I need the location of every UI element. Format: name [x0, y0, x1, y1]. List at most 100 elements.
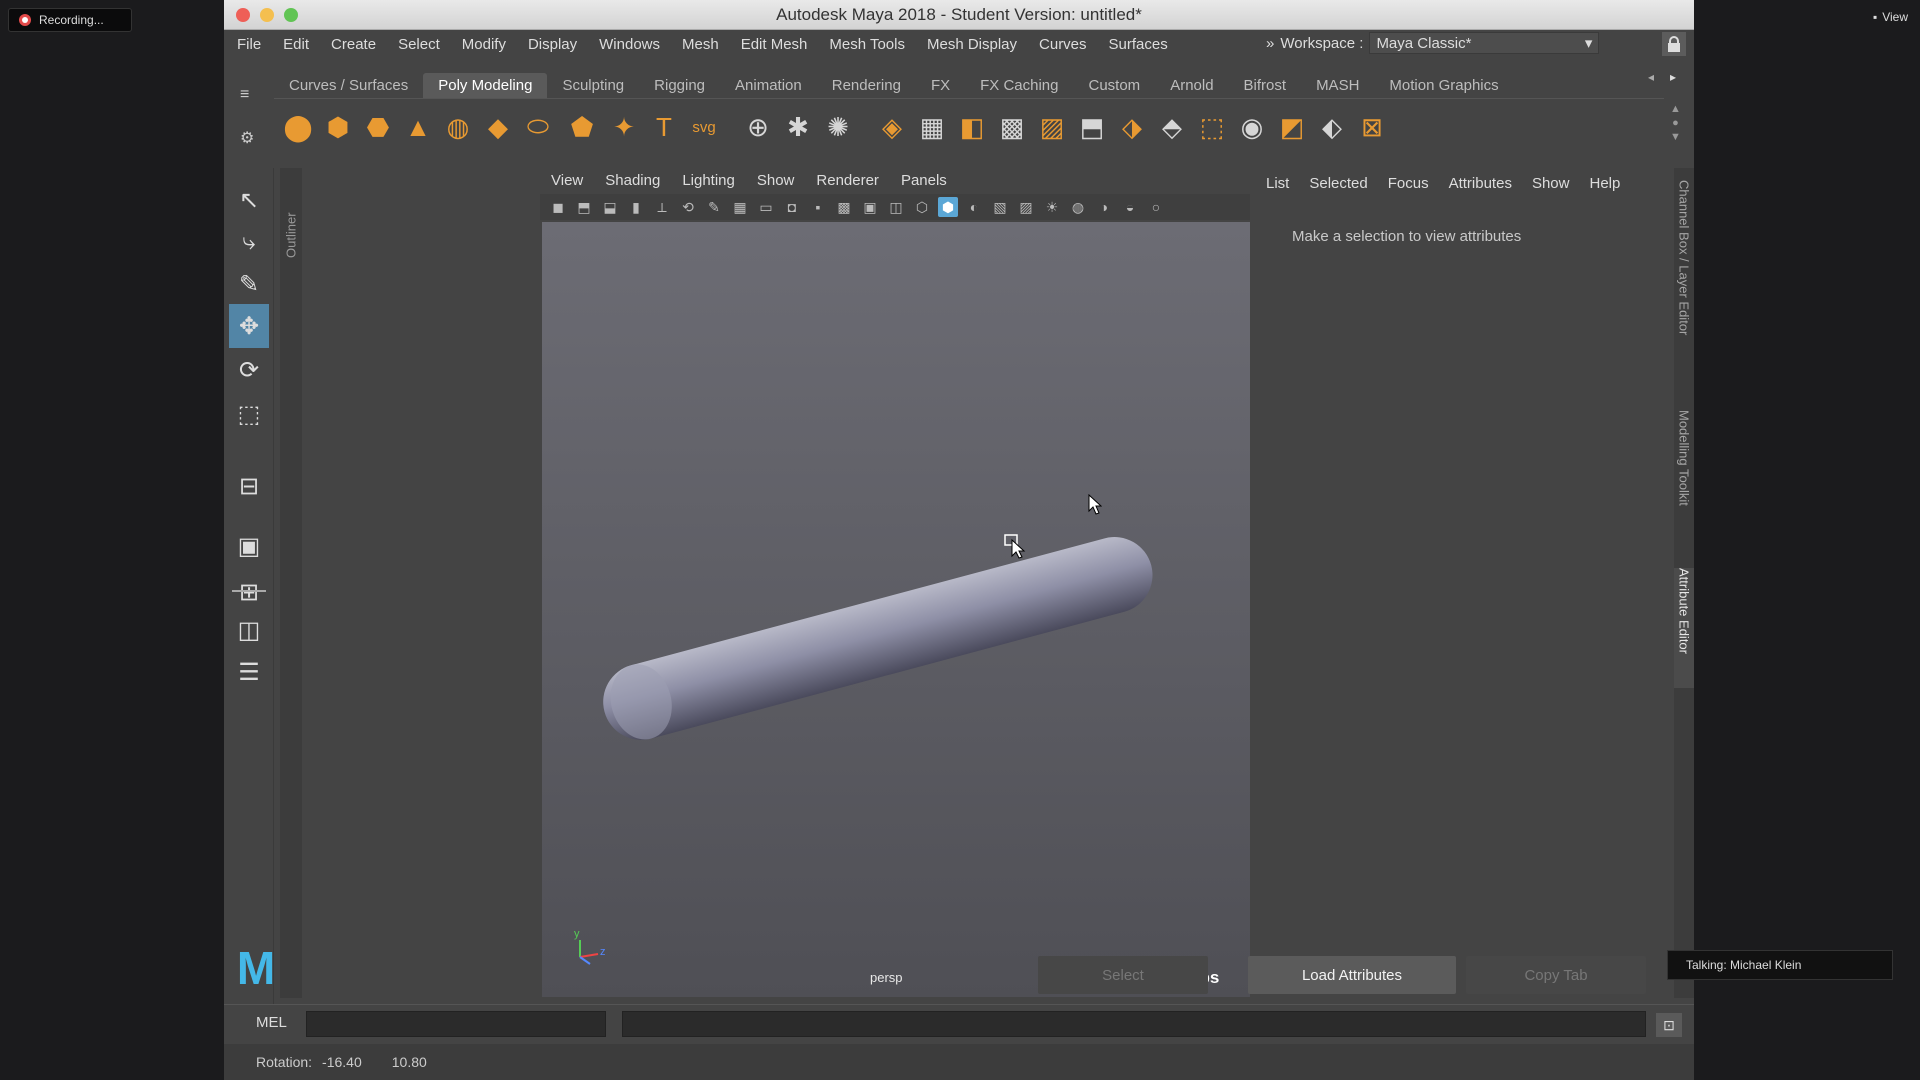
- viewport-tool-22-icon[interactable]: ◒: [1120, 197, 1140, 217]
- viewport-tool-9-icon[interactable]: ◘: [782, 197, 802, 217]
- modelling-toolkit-tab[interactable]: Modelling Toolkit: [1674, 410, 1694, 540]
- viewport-tool-19-icon[interactable]: ☀: [1042, 197, 1062, 217]
- workspace-expand-icon[interactable]: »: [1266, 35, 1274, 52]
- viewport-tool-7-icon[interactable]: ▦: [730, 197, 750, 217]
- rotate-tool[interactable]: ⟳: [229, 348, 269, 392]
- separate-icon[interactable]: ▦: [914, 109, 950, 145]
- reset-transforms-icon[interactable]: ✺: [820, 109, 856, 145]
- shelf-menu-icon[interactable]: ≡: [240, 86, 249, 104]
- shelf-tab-mash[interactable]: MASH: [1301, 73, 1374, 98]
- ae-menu-show[interactable]: Show: [1522, 175, 1580, 192]
- shelf-tab-curves-surfaces[interactable]: Curves / Surfaces: [274, 73, 423, 98]
- close-window-button[interactable]: [236, 8, 250, 22]
- shelf-tab-fx-caching[interactable]: FX Caching: [965, 73, 1073, 98]
- menu-windows[interactable]: Windows: [588, 36, 671, 53]
- smooth-icon[interactable]: ▩: [994, 109, 1030, 145]
- poly-sphere-icon[interactable]: ⬤: [280, 109, 316, 145]
- type-icon[interactable]: T: [646, 109, 682, 145]
- channel-box-tab[interactable]: Channel Box / Layer Editor: [1674, 180, 1694, 380]
- ae-menu-list[interactable]: List: [1256, 175, 1299, 192]
- move-tool[interactable]: ✥: [229, 304, 269, 348]
- poly-torus-icon[interactable]: ◍: [440, 109, 476, 145]
- script-editor-button[interactable]: ⊡: [1656, 1013, 1682, 1037]
- viewport-tool-11-icon[interactable]: ▩: [834, 197, 854, 217]
- append-polygon-icon[interactable]: ⬘: [1154, 109, 1190, 145]
- shelf-tab-poly-modeling[interactable]: Poly Modeling: [423, 73, 548, 98]
- ae-menu-focus[interactable]: Focus: [1378, 175, 1439, 192]
- show-manipulator-tool[interactable]: ⊟: [229, 464, 269, 508]
- two-pane-layout[interactable]: ◫: [229, 608, 269, 652]
- shelf-tab-custom[interactable]: Custom: [1074, 73, 1156, 98]
- menu-modify[interactable]: Modify: [451, 36, 517, 53]
- shelf-tab-sculpting[interactable]: Sculpting: [547, 73, 639, 98]
- viewport-tool-16-icon[interactable]: ◐: [964, 197, 984, 217]
- outliner-layout[interactable]: ☰: [229, 650, 269, 694]
- paint-select-tool[interactable]: ✎: [229, 262, 269, 306]
- platonic-solid-icon[interactable]: ⬟: [564, 109, 600, 145]
- shelf-tab-animation[interactable]: Animation: [720, 73, 817, 98]
- extrude-icon[interactable]: ⬒: [1074, 109, 1110, 145]
- workspace-lock-button[interactable]: [1662, 32, 1686, 56]
- menu-display[interactable]: Display: [517, 36, 588, 53]
- lasso-tool[interactable]: ⤷: [229, 220, 269, 264]
- viewport-tool-17-icon[interactable]: ▧: [990, 197, 1010, 217]
- viewport-menu-renderer[interactable]: Renderer: [805, 172, 890, 189]
- poly-plane-icon[interactable]: ◆: [480, 109, 516, 145]
- poly-disc-icon[interactable]: ⬭: [520, 109, 556, 145]
- copy-tab-button[interactable]: Copy Tab: [1466, 956, 1646, 994]
- poly-cone-icon[interactable]: ▲: [400, 109, 436, 145]
- viewport-tool-10-icon[interactable]: ▪: [808, 197, 828, 217]
- select-button[interactable]: Select: [1038, 956, 1208, 994]
- viewport-tool-4-icon[interactable]: ⟂: [652, 197, 672, 217]
- menu-edit-mesh[interactable]: Edit Mesh: [730, 36, 819, 53]
- viewport-tool-1-icon[interactable]: ⬒: [574, 197, 594, 217]
- shelf-scroll-vertical[interactable]: ▲ ● ▼: [1670, 102, 1681, 144]
- shelf-tab-motion-graphics[interactable]: Motion Graphics: [1374, 73, 1513, 98]
- viewport-menu-shading[interactable]: Shading: [594, 172, 671, 189]
- mirror-icon[interactable]: ◧: [954, 109, 990, 145]
- average-vertices-icon[interactable]: ▨: [1034, 109, 1070, 145]
- viewport-tool-12-icon[interactable]: ▣: [860, 197, 880, 217]
- mel-language-toggle[interactable]: MEL: [256, 1014, 287, 1031]
- viewport-persp[interactable]: y z: [542, 222, 1250, 997]
- viewport-tool-21-icon[interactable]: ◑: [1094, 197, 1114, 217]
- outliner-tab-label[interactable]: Outliner: [280, 178, 302, 258]
- screen-view-button[interactable]: ▪ View: [1873, 10, 1908, 24]
- workspace-dropdown[interactable]: Maya Classic* ▾: [1369, 32, 1600, 54]
- viewport-menu-show[interactable]: Show: [746, 172, 806, 189]
- combine-icon[interactable]: ◈: [874, 109, 910, 145]
- viewport-tool-15-icon[interactable]: ⬢: [938, 197, 958, 217]
- shelf-tab-bifrost[interactable]: Bifrost: [1229, 73, 1302, 98]
- viewport-tool-2-icon[interactable]: ⬓: [600, 197, 620, 217]
- shelf-tab-rendering[interactable]: Rendering: [817, 73, 916, 98]
- viewport-tool-20-icon[interactable]: ◍: [1068, 197, 1088, 217]
- ae-menu-help[interactable]: Help: [1579, 175, 1630, 192]
- menu-mesh-display[interactable]: Mesh Display: [916, 36, 1028, 53]
- bridge-icon[interactable]: ⬗: [1114, 109, 1150, 145]
- viewport-tool-3-icon[interactable]: ▮: [626, 197, 646, 217]
- ae-menu-selected[interactable]: Selected: [1299, 175, 1377, 192]
- poly-cube-icon[interactable]: ⬢: [320, 109, 356, 145]
- shelf-tab-rigging[interactable]: Rigging: [639, 73, 720, 98]
- multi-cut-icon[interactable]: ◉: [1234, 109, 1270, 145]
- menu-mesh-tools[interactable]: Mesh Tools: [818, 36, 916, 53]
- maximize-window-button[interactable]: [284, 8, 298, 22]
- target-weld-icon[interactable]: ⊠: [1354, 109, 1390, 145]
- menu-edit[interactable]: Edit: [272, 36, 320, 53]
- scale-tool[interactable]: ⬚: [229, 392, 269, 436]
- viewport-tool-0-icon[interactable]: ◼: [548, 197, 568, 217]
- minimize-window-button[interactable]: [260, 8, 274, 22]
- viewport-tool-13-icon[interactable]: ◫: [886, 197, 906, 217]
- recording-indicator[interactable]: Recording...: [8, 8, 132, 32]
- offset-edge-loop-icon[interactable]: ⬖: [1314, 109, 1350, 145]
- center-pivot-icon[interactable]: ⊕: [740, 109, 776, 145]
- capsule-mesh[interactable]: [595, 529, 1161, 749]
- viewport-menu-lighting[interactable]: Lighting: [671, 172, 746, 189]
- menu-curves[interactable]: Curves: [1028, 36, 1098, 53]
- outliner-strip[interactable]: [280, 168, 302, 998]
- super-shape-icon[interactable]: ✦: [606, 109, 642, 145]
- viewport-tool-18-icon[interactable]: ▨: [1016, 197, 1036, 217]
- viewport-tool-6-icon[interactable]: ✎: [704, 197, 724, 217]
- viewport-menu-panels[interactable]: Panels: [890, 172, 958, 189]
- shelf-scroll-left-icon[interactable]: ◂: [1648, 70, 1654, 84]
